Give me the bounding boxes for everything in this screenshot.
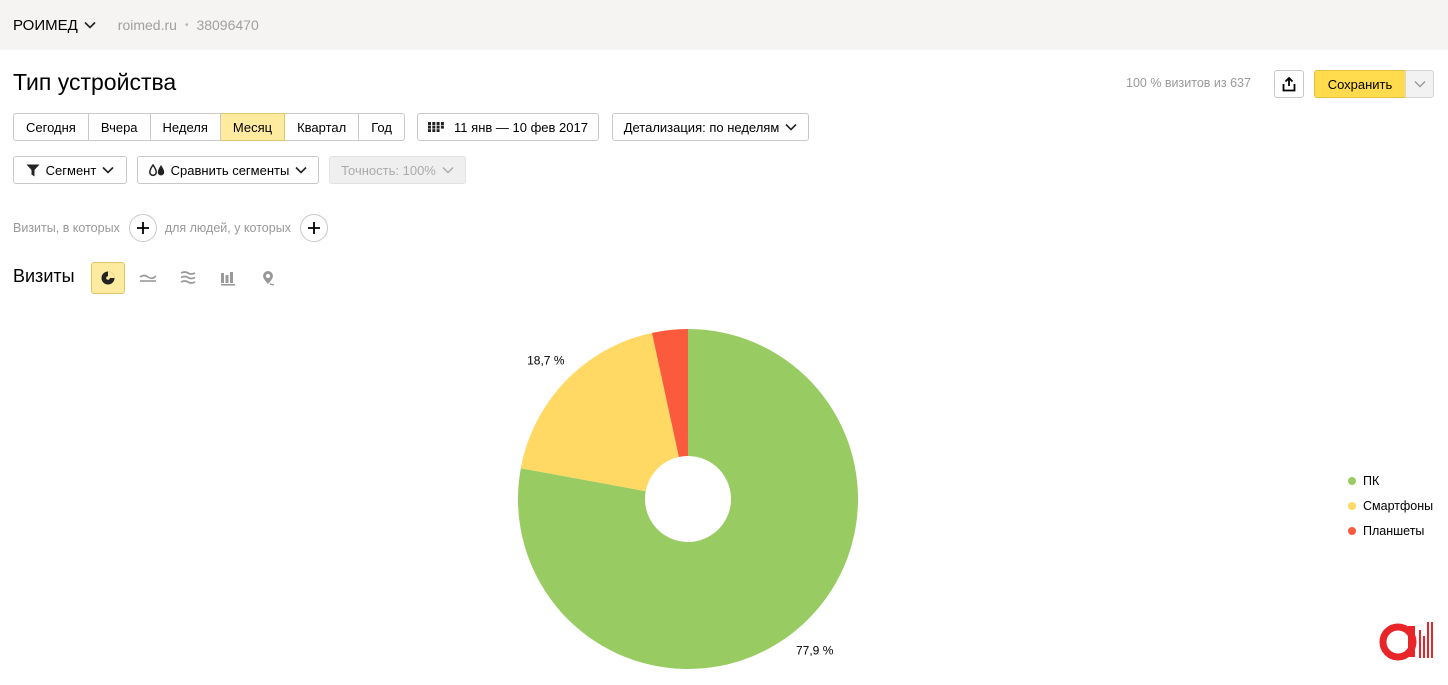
period-option[interactable]: Вчера — [88, 113, 151, 141]
map-type-button[interactable] — [251, 262, 285, 294]
detail-dropdown[interactable]: Детализация: по неделям — [612, 113, 809, 141]
counter-id: 38096470 — [196, 17, 259, 33]
brand-logo-icon — [1379, 622, 1433, 661]
date-range-button[interactable]: 11 янв — 10 фев 2017 — [417, 113, 599, 141]
accuracy-label: Точность: 100% — [341, 162, 436, 178]
line-chart-type-button[interactable] — [131, 262, 165, 294]
legend-color-dot — [1348, 501, 1356, 510]
area-chart-icon — [180, 271, 196, 284]
line-chart-icon — [139, 274, 157, 282]
compare-label: Сравнить сегменты — [170, 162, 290, 178]
chevron-down-icon — [295, 166, 307, 174]
legend-label: ПК — [1363, 473, 1380, 488]
filter-row: Визиты, в которых для людей, у которых — [13, 214, 328, 242]
export-icon — [1282, 76, 1296, 91]
chevron-down-icon — [442, 167, 454, 174]
area-chart-type-button[interactable] — [171, 262, 205, 294]
counter-site: roimed.ru — [117, 17, 177, 33]
page-title: Тип устройства — [13, 69, 177, 95]
segment-button[interactable]: Сегмент — [13, 156, 127, 184]
save-button[interactable]: Сохранить — [1314, 70, 1406, 98]
bar-chart-icon — [221, 271, 235, 286]
add-visit-condition-button[interactable] — [128, 214, 157, 242]
legend-color-dot — [1348, 526, 1356, 535]
pie-chart-svg: 77,9 % 18,7 % — [518, 329, 859, 669]
accuracy-dropdown[interactable]: Точность: 100% — [329, 156, 466, 184]
period-option[interactable]: Год — [359, 113, 405, 141]
segment-label: Сегмент — [45, 162, 97, 178]
chevron-down-icon — [84, 21, 96, 29]
date-range-label: 11 янв — 10 фев 2017 — [454, 119, 588, 135]
chart-legend: ПК Смартфоны Планшеты — [1348, 468, 1433, 543]
calendar-icon — [428, 122, 444, 132]
metric-label: Визиты — [13, 266, 75, 286]
chevron-down-icon — [102, 166, 114, 174]
counter-name: РОИМЕД — [13, 16, 78, 34]
chevron-down-icon — [785, 123, 797, 131]
watermark-logo — [1378, 618, 1434, 664]
pie-chart-type-button[interactable] — [91, 262, 125, 294]
legend-item[interactable]: ПК — [1348, 468, 1433, 493]
detail-label: Детализация: по неделям — [623, 119, 780, 135]
export-button[interactable] — [1274, 70, 1304, 98]
legend-label: Планшеты — [1363, 523, 1425, 538]
compare-drops-icon — [148, 163, 164, 176]
legend-color-dot — [1348, 476, 1356, 485]
period-option[interactable]: Месяц — [220, 113, 286, 141]
plus-icon — [136, 222, 149, 234]
map-pin-icon — [263, 271, 275, 286]
slice-data-label: 18,7 % — [527, 353, 565, 367]
device-pie-chart: 77,9 % 18,7 % — [0, 300, 1448, 685]
legend-label: Смартфоны — [1363, 498, 1434, 513]
bar-chart-type-button[interactable] — [211, 262, 245, 294]
visits-where-label: Визиты, в которых — [13, 221, 120, 235]
save-options-button[interactable] — [1405, 70, 1434, 98]
visits-share: 100 % визитов из 637 — [1126, 76, 1251, 90]
people-where-label: для людей, у которых — [164, 221, 291, 235]
separator-dot: • — [184, 19, 189, 31]
chevron-down-icon — [1414, 81, 1425, 88]
period-option[interactable]: Сегодня — [13, 113, 89, 141]
period-option[interactable]: Квартал — [285, 113, 360, 141]
chart-type-selector — [91, 262, 285, 294]
plus-icon — [307, 222, 320, 234]
filter-icon — [26, 164, 40, 176]
add-people-condition-button[interactable] — [299, 214, 328, 242]
legend-item[interactable]: Планшеты — [1348, 518, 1433, 543]
compare-segments-button[interactable]: Сравнить сегменты — [137, 156, 319, 184]
slice-data-label: 77,9 % — [796, 643, 834, 657]
period-selector: Сегодня Вчера Неделя Месяц Квартал Год — [13, 113, 405, 141]
counter-selector[interactable]: РОИМЕД — [13, 17, 96, 34]
legend-item[interactable]: Смартфоны — [1348, 493, 1433, 518]
top-bar: РОИМЕД roimed.ru • 38096470 — [0, 0, 1448, 50]
pie-chart-icon — [101, 271, 115, 285]
period-option[interactable]: Неделя — [150, 113, 221, 141]
